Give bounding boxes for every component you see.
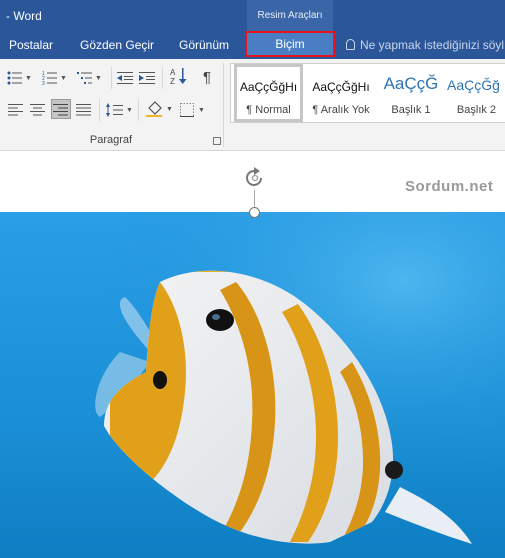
line-spacing-button[interactable]: ▼: [106, 101, 133, 119]
separator: [99, 99, 100, 121]
sort-button[interactable]: AZ: [170, 67, 188, 85]
tell-me-box[interactable]: Ne yapmak istediğinizi söyl: [346, 38, 504, 52]
sort-az-icon: AZ: [170, 68, 187, 85]
paint-bucket-icon: [146, 101, 162, 117]
style-sample: AaÇçĞğHı: [312, 80, 370, 94]
title-bar: - Word Resim Araçları: [0, 0, 505, 32]
fish-picture[interactable]: [0, 212, 505, 558]
style-sample: AaÇçĞğ: [447, 77, 500, 93]
increase-indent-icon: [139, 72, 155, 84]
numbering-icon: 123: [42, 71, 57, 85]
watermark: Sordum.net: [405, 178, 494, 195]
style-normal[interactable]: AaÇçĞğHı ¶ Normal: [234, 64, 303, 122]
svg-text:3: 3: [42, 81, 45, 85]
style-no-spacing[interactable]: AaÇçĞğHı ¶ Aralık Yok: [307, 64, 375, 122]
tab-review[interactable]: Gözden Geçir: [80, 38, 154, 52]
bullets-icon: [7, 71, 22, 85]
align-right-button[interactable]: [53, 101, 69, 119]
decrease-indent-button[interactable]: [117, 69, 133, 87]
bullets-button[interactable]: ▼: [7, 69, 32, 87]
align-left-button[interactable]: [8, 101, 24, 119]
style-name: ¶ Aralık Yok: [312, 104, 370, 116]
paragraph-group-label: Paragraf: [89, 134, 133, 146]
context-group-label: Resim Araçları: [257, 10, 323, 21]
borders-button[interactable]: ▼: [180, 101, 205, 119]
tab-mailings[interactable]: Postalar: [9, 38, 53, 52]
lightbulb-icon: [346, 39, 355, 50]
rotate-handle-icon[interactable]: [243, 166, 267, 190]
style-sample: AaÇçĞğHı: [239, 80, 298, 94]
align-left-icon: [8, 104, 23, 116]
tab-view[interactable]: Görünüm: [179, 38, 229, 52]
style-heading-2[interactable]: AaÇçĞğ Başlık 2: [447, 64, 505, 122]
decrease-indent-icon: [117, 72, 133, 84]
show-formatting-button[interactable]: ¶: [203, 68, 211, 86]
align-right-icon: [53, 104, 68, 116]
style-sample: AaÇçĞ: [383, 74, 439, 93]
increase-indent-button[interactable]: [139, 69, 155, 87]
svg-text:A: A: [170, 68, 176, 77]
align-center-button[interactable]: [30, 101, 46, 119]
tab-format[interactable]: Biçim: [245, 31, 335, 57]
align-center-icon: [30, 104, 45, 116]
tell-me-placeholder: Ne yapmak istediğinizi söyl: [360, 38, 505, 52]
line-spacing-icon: [106, 103, 123, 117]
separator: [162, 67, 163, 89]
window-title: - Word: [6, 9, 42, 23]
multilevel-list-button[interactable]: ▼: [77, 69, 102, 87]
style-heading-1[interactable]: AaÇçĞ Başlık 1: [379, 64, 443, 122]
picture-tools-context-group: Resim Araçları: [247, 0, 333, 32]
style-name: Başlık 1: [391, 104, 431, 116]
borders-icon: [180, 103, 194, 117]
dialog-launcher-icon[interactable]: [213, 137, 221, 145]
separator: [223, 63, 224, 147]
numbering-button[interactable]: 1 2 3 ▼: [42, 69, 67, 87]
resize-handle-top[interactable]: [249, 207, 260, 218]
style-name: Başlık 2: [456, 104, 497, 116]
shading-button[interactable]: ▼: [146, 100, 173, 118]
svg-text:Z: Z: [170, 77, 175, 85]
justify-button[interactable]: [76, 101, 92, 119]
styles-gallery: AaÇçĞğHı ¶ Normal AaÇçĞğHı ¶ Aralık Yok …: [230, 63, 505, 123]
justify-icon: [76, 104, 91, 116]
separator: [111, 67, 112, 89]
separator: [138, 99, 139, 121]
style-name: ¶ Normal: [246, 104, 291, 116]
multilevel-list-icon: [77, 72, 92, 84]
fish-image: [0, 212, 505, 558]
ribbon: ▼ 1 2 3 ▼ ▼ AZ ¶ ▼ ▼ ▼ Paragraf AaÇçĞğHı…: [0, 59, 505, 151]
